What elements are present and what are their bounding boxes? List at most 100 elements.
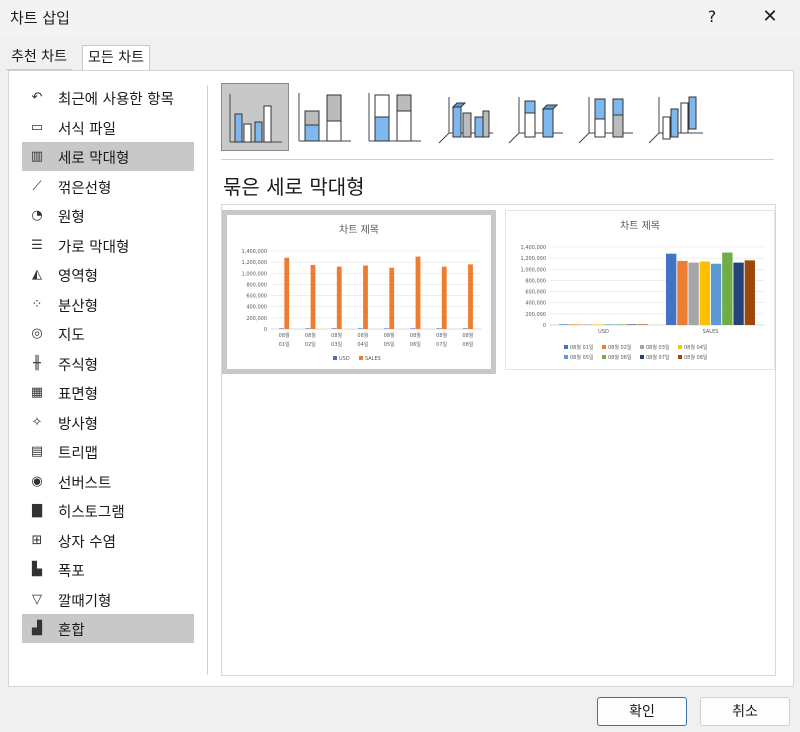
subtype-clustered-column[interactable] (221, 83, 289, 151)
chart-type-item[interactable]: ✧ 방사형 (22, 408, 194, 437)
bar (581, 324, 592, 325)
bar (615, 324, 626, 325)
chart-preview-by-date[interactable]: 차트 제목 0 200,000 400,000 600,000 800,000 1,000,… (222, 210, 496, 374)
x-tick-label: 08월 (462, 332, 473, 339)
bar (733, 262, 744, 325)
cancel-button[interactable]: 취소 (700, 697, 790, 726)
x-tick-label: SALES (703, 329, 719, 335)
bar (559, 324, 570, 325)
bar (310, 264, 316, 329)
subtype-3d-100-stacked-column[interactable] (571, 83, 639, 151)
subtype-3d-clustered-column[interactable] (431, 83, 499, 151)
y-tick-label: 400,000 (246, 305, 267, 311)
x-tick-label: 08월 (331, 332, 342, 339)
y-tick-label: 800,000 (246, 282, 267, 288)
chart-preview-by-series[interactable]: 차트 제목 0 200,000 400,000 600,000 800,000 1,000,… (505, 210, 779, 374)
chart-type-item[interactable]: ⁘ 분산형 (22, 290, 194, 319)
legend-label: 08월 01일 (570, 344, 594, 351)
chart-type-item[interactable]: ▤ 트리맵 (22, 437, 194, 466)
bar (688, 262, 699, 325)
chart-type-item[interactable]: ◭ 영역형 (22, 260, 194, 289)
chart-type-item[interactable]: ╫ 주식형 (22, 349, 194, 378)
x-tick-label: 08일 (462, 341, 473, 348)
close-button[interactable]: ✕ (756, 4, 784, 30)
bar (722, 252, 733, 325)
subtype-100-stacked-column[interactable] (361, 83, 429, 151)
y-tick-label: 1,000,000 (521, 267, 546, 273)
stock-chart-icon: ╫ (33, 355, 41, 371)
bar (436, 328, 442, 329)
bar (570, 324, 581, 325)
legend-swatch (678, 355, 682, 359)
legend-label: 08월 07일 (646, 354, 670, 361)
chart-type-item[interactable]: ⟋ 꺾은선형 (22, 172, 194, 201)
chart-type-label: 세로 막대형 (58, 151, 130, 167)
chart-type-label: 최근에 사용한 항목 (58, 92, 174, 108)
chart-type-item[interactable]: ⊞ 상자 수염 (22, 526, 194, 555)
legend-swatch (602, 345, 606, 349)
y-tick-label: 200,000 (246, 316, 267, 322)
subtype-3d-column[interactable] (641, 83, 709, 151)
chart-title: 차트 제목 (339, 224, 379, 236)
bar (626, 324, 637, 325)
bar (279, 328, 284, 329)
chart-type-label: 꺾은선형 (58, 180, 112, 197)
x-tick-label: 01일 (279, 341, 290, 348)
y-tick-label: 1,000,000 (242, 271, 267, 277)
chart-type-item[interactable]: ▟ 혼합 (22, 614, 194, 643)
subtype-stacked-column[interactable] (291, 83, 359, 151)
y-tick-label: 200,000 (525, 312, 546, 318)
tab-all-charts[interactable]: 모든 차트 (82, 45, 150, 71)
chart-type-item[interactable]: ◉ 선버스트 (22, 467, 194, 496)
y-tick-label: 600,000 (525, 290, 546, 296)
clustered-column-icon (229, 94, 282, 143)
3d-column-icon (648, 96, 703, 144)
legend-swatch (640, 355, 644, 359)
tab-recommended-charts[interactable]: 추천 차트 (6, 45, 72, 70)
chart-type-item[interactable]: ◔ 원형 (22, 201, 194, 230)
funnel-icon: ▽ (32, 591, 42, 607)
y-tick-label: 400,000 (525, 301, 546, 307)
bar (468, 264, 473, 329)
chart-type-item[interactable]: ▭ 서식 파일 (22, 113, 194, 142)
column-chart-icon: ▥ (30, 149, 44, 164)
treemap-icon: ▤ (30, 444, 44, 459)
y-tick-label: 1,400,000 (521, 245, 546, 251)
bar (336, 266, 342, 329)
3d-clustered-column-icon (438, 97, 493, 144)
legend-label: USD (339, 356, 350, 362)
y-tick-label: 0 (264, 327, 267, 333)
help-button[interactable]: ? (698, 4, 726, 30)
bar (637, 324, 648, 325)
chart-type-list: ↶ 최근에 사용한 항목 ▭ 서식 파일 ▥ 세로 막대형 ⟋ 꺾은선형 ◔ 원형 ☰ 가로 막대형 ◭… (22, 83, 194, 673)
y-tick-label: 1,200,000 (521, 256, 546, 262)
bar (441, 266, 447, 329)
y-tick-label: 1,400,000 (242, 249, 267, 255)
chart-type-item[interactable]: ▦ 표면형 (22, 378, 194, 407)
surface-chart-icon: ▦ (30, 385, 44, 400)
chart-type-item[interactable]: ☰ 가로 막대형 (22, 231, 194, 260)
chart-type-label: 가로 막대형 (58, 239, 130, 256)
x-tick-label: 08월 (436, 332, 447, 339)
chart-preview-canvas: 차트 제목 0 200,000 400,000 600,000 800,000 1,000,… (505, 210, 775, 370)
subtype-heading: 묶은 세로 막대형 (223, 175, 365, 199)
x-tick-label: 08월 (305, 332, 316, 339)
chart-type-item[interactable]: ▽ 깔때기형 (22, 585, 194, 614)
column-subtype-strip (221, 83, 711, 153)
stacked-column-icon (298, 93, 351, 142)
legend-label: 08월 06일 (608, 354, 632, 361)
chart-type-label: 영역형 (58, 269, 99, 285)
box-whisker-icon: ⊞ (31, 532, 43, 548)
chart-type-item[interactable]: ▙ 폭포 (22, 555, 194, 584)
chart-type-item[interactable]: ◎ 지도 (22, 319, 194, 348)
bar (415, 256, 421, 329)
x-tick-label: USD (598, 329, 609, 335)
bar (666, 253, 677, 325)
legend-label: 08월 02일 (608, 344, 632, 351)
subtype-3d-stacked-column[interactable] (501, 83, 569, 151)
ok-button[interactable]: 확인 (597, 697, 687, 726)
chart-type-label: 원형 (58, 210, 85, 226)
chart-type-item[interactable]: ▥ 세로 막대형 (22, 142, 194, 171)
chart-type-item[interactable]: ▇ 히스토그램 (22, 496, 194, 525)
chart-type-item[interactable]: ↶ 최근에 사용한 항목 (22, 83, 194, 112)
